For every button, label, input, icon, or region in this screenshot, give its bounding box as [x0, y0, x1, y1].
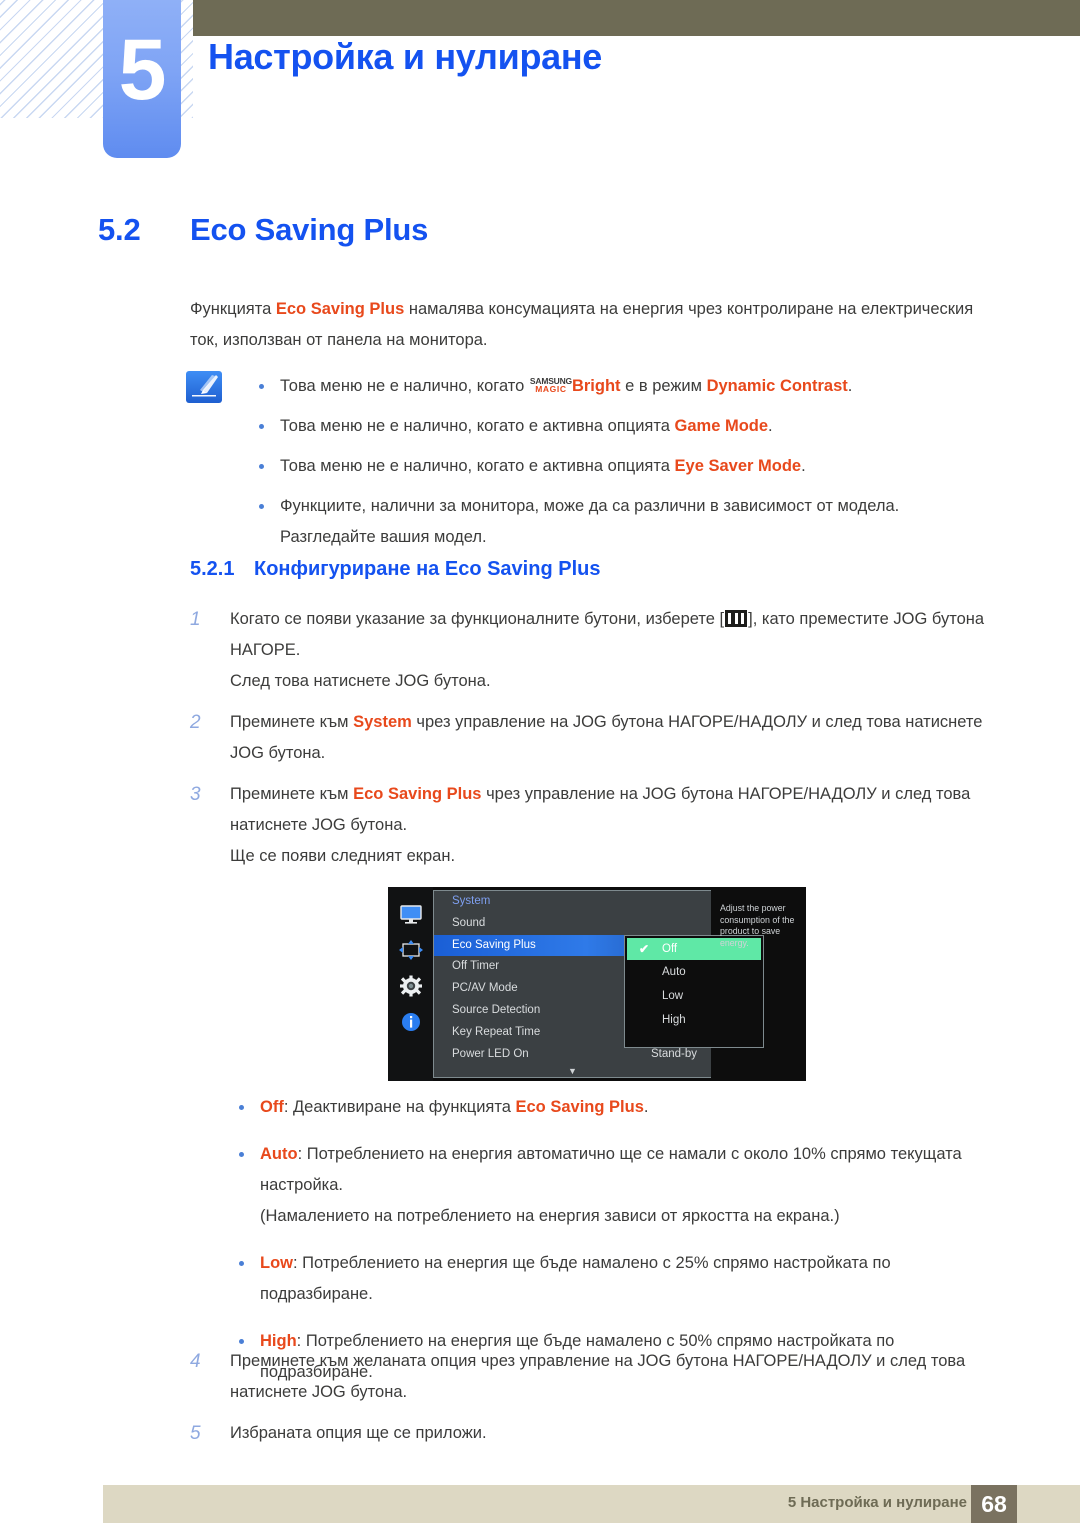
option-item-off: Off: Деактивиране на функцията Eco Savin… — [228, 1092, 988, 1123]
step-substep: Ще се появи следният екран. — [230, 847, 456, 865]
osd-menu-title: System — [452, 895, 491, 907]
menu-bars-icon — [725, 610, 748, 627]
subsection-heading: 5.2.1 Конфигуриране на Eco Saving Plus — [190, 558, 600, 581]
note-item: Това меню не е налично, когато е активна… — [248, 411, 988, 442]
info-icon[interactable] — [398, 1011, 424, 1033]
chapter-number-badge: 5 — [103, 0, 181, 158]
step-item: 5 Избраната опция ще се приложи. — [190, 1418, 990, 1449]
osd-menu-item-sound[interactable]: Sound — [434, 913, 711, 935]
page-number: 68 — [971, 1485, 1017, 1523]
section-heading: 5.2 Eco Saving Plus — [98, 212, 428, 248]
monitor-icon[interactable] — [398, 903, 424, 925]
subsection-title: Конфигуриране на Eco Saving Plus — [254, 558, 601, 580]
osd-screenshot: System Sound Eco Saving Plus Off Timer P… — [388, 887, 806, 1081]
note-item: Функциите, налични за монитора, може да … — [248, 491, 988, 553]
option-item-low: Low: Потреблението на енергия ще бъде на… — [228, 1248, 988, 1310]
section-title: Eco Saving Plus — [190, 212, 429, 247]
checkmark-icon: ✔ — [639, 942, 650, 956]
option-subtext: (Намалението на потреблението на енергия… — [260, 1207, 840, 1225]
steps-list-bottom: 4 Преминете към желаната опция чрез упра… — [190, 1346, 990, 1459]
osd-icon-rail — [388, 887, 433, 1081]
step-item: 3 Преминете към Eco Saving Plus чрез упр… — [190, 779, 990, 872]
step-number: 5 — [190, 1423, 201, 1444]
footer-chapter-label: 5 Настройка и нулиране — [787, 1494, 967, 1511]
steps-list-top: 1 Когато се появи указание за функционал… — [190, 604, 990, 882]
step-item: 1 Когато се появи указание за функционал… — [190, 604, 990, 697]
step-substep: След това натиснете JOG бутона. — [230, 672, 491, 690]
gear-icon[interactable] — [398, 975, 424, 997]
option-name: Off — [260, 1098, 284, 1116]
picture-size-icon[interactable] — [398, 939, 424, 961]
intro-paragraph: Функцията Eco Saving Plus намалява консу… — [190, 294, 980, 356]
option-name: Low — [260, 1254, 293, 1272]
option-item-auto: Auto: Потреблението на енергия автоматич… — [228, 1139, 988, 1232]
subsection-number: 5.2.1 — [190, 558, 235, 580]
step-number: 1 — [190, 609, 201, 630]
section-number: 5.2 — [98, 212, 141, 247]
step-number: 2 — [190, 712, 201, 733]
header-olive-bar — [193, 0, 1080, 36]
note-list: Това меню не е налично, когато SAMSUNG MA… — [248, 371, 988, 562]
step-number: 4 — [190, 1351, 201, 1372]
scroll-down-caret-icon[interactable]: ▼ — [434, 1067, 711, 1076]
note-item: Това меню не е налично, когато SAMSUNG MA… — [248, 371, 988, 402]
chapter-title: Настройка и нулиране — [208, 36, 603, 77]
step-item: 4 Преминете към желаната опция чрез упра… — [190, 1346, 990, 1408]
option-name: Auto — [260, 1145, 298, 1163]
note-pen-icon — [186, 371, 222, 403]
step-item: 2 Преминете към System чрез управление н… — [190, 707, 990, 769]
note-item: Това меню не е налично, когато е активна… — [248, 451, 988, 482]
osd-description-panel: Adjust the power consumption of the prod… — [720, 903, 795, 948]
step-number: 3 — [190, 784, 201, 805]
intro-text-before: Функцията — [190, 300, 276, 318]
intro-highlight: Eco Saving Plus — [275, 300, 405, 318]
samsung-magic-logo: SAMSUNG MAGIC — [529, 375, 572, 394]
